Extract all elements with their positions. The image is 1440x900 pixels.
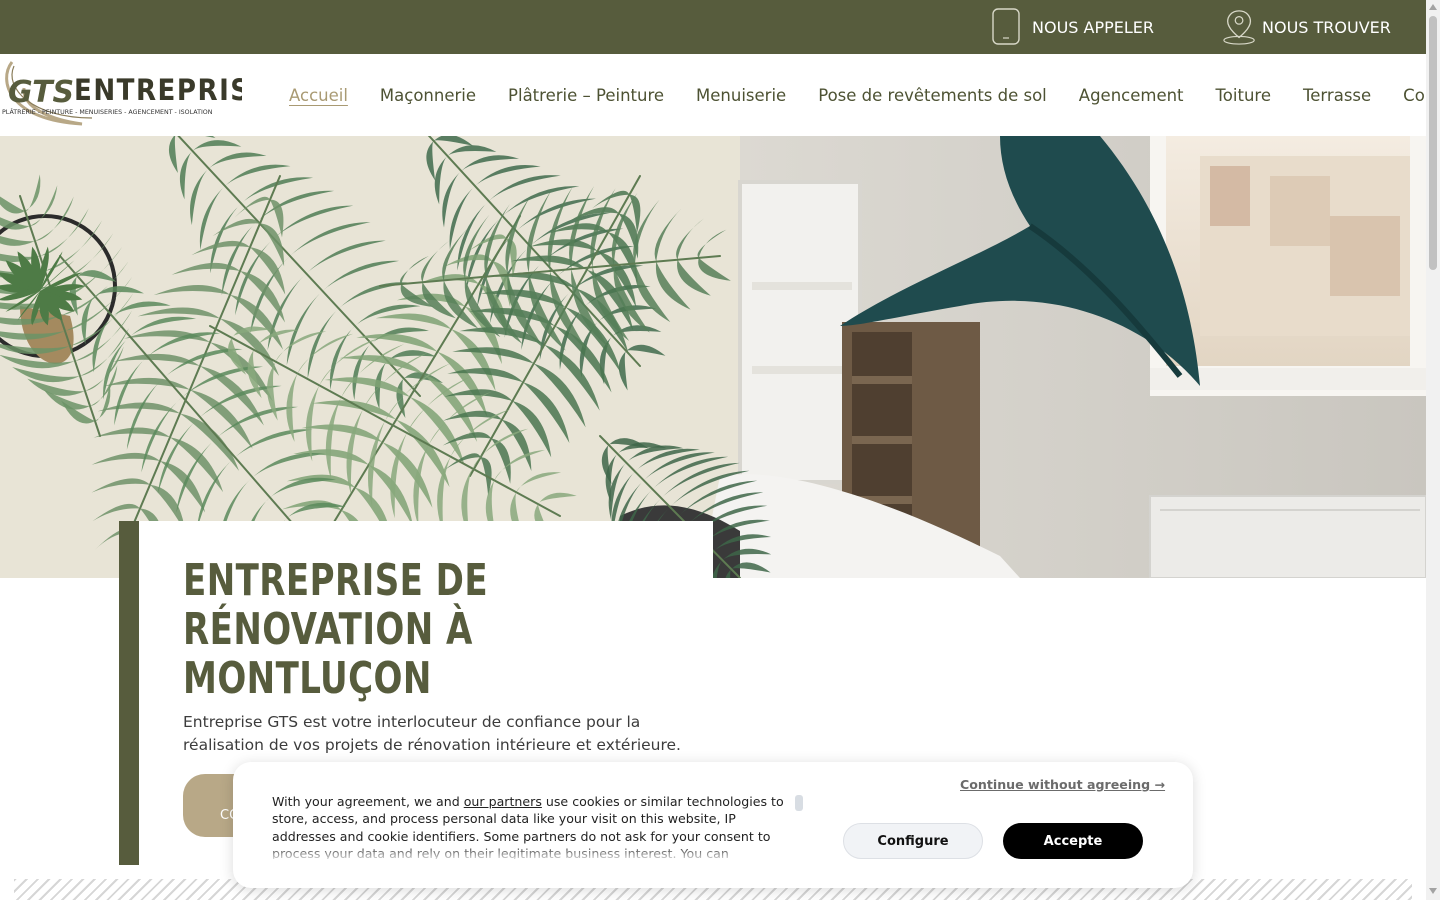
partners-link[interactable]: our partners: [464, 794, 542, 809]
cookie-text-scrollbar[interactable]: [795, 795, 803, 811]
cookie-text-fade: [272, 845, 792, 861]
configure-button[interactable]: Configure: [843, 823, 983, 859]
scroll-down-arrow-icon[interactable]: [1429, 888, 1437, 894]
card-accent-bar: [119, 521, 139, 865]
scroll-up-arrow-icon[interactable]: [1429, 4, 1437, 10]
map-pin-icon: [1222, 7, 1258, 47]
phone-icon: [992, 7, 1028, 47]
hero-image: [0, 136, 1426, 578]
page-title: ENTREPRISE DE RÉNOVATION À MONTLUÇON: [183, 555, 489, 704]
continue-without-agreeing-link[interactable]: Continue without agreeing →: [960, 777, 1165, 792]
hero-photo: [0, 136, 1426, 578]
logo[interactable]: GTS ENTREPRISE PLÂTRERIE - PEINTURE - ME…: [2, 58, 268, 128]
nav-item-3[interactable]: Menuiserie: [696, 86, 786, 105]
logo-tagline: PLÂTRERIE - PEINTURE - MENUISERIES - AGE…: [2, 107, 213, 116]
logo-monogram: GTS: [8, 75, 74, 110]
cookie-text-intro: With your agreement, we and: [272, 794, 464, 809]
cookie-banner: With your agreement, we and our partners…: [233, 762, 1193, 888]
call-link[interactable]: NOUS APPELER: [992, 0, 1154, 54]
page: NOUS APPELER NOUS TROUVER GTS ENTREPRISE…: [0, 0, 1440, 900]
nav-item-2[interactable]: Plâtrerie – Peinture: [508, 86, 664, 105]
logo-graphic: GTS ENTREPRISE PLÂTRERIE - PEINTURE - ME…: [2, 61, 268, 126]
nav-item-0[interactable]: Accueil: [289, 86, 348, 105]
nav-item-4[interactable]: Pose de revêtements de sol: [818, 86, 1047, 105]
top-bar: NOUS APPELER NOUS TROUVER: [0, 0, 1426, 54]
nav-item-6[interactable]: Toiture: [1216, 86, 1271, 105]
call-label: NOUS APPELER: [1032, 17, 1155, 37]
nav-item-1[interactable]: Maçonnerie: [380, 86, 476, 105]
nav-item-7[interactable]: Terrasse: [1303, 86, 1371, 105]
logo-name: ENTREPRISE: [74, 73, 242, 107]
accept-button[interactable]: Accepte: [1003, 823, 1143, 859]
find-link[interactable]: NOUS TROUVER: [1222, 0, 1391, 54]
header: GTS ENTREPRISE PLÂTRERIE - PEINTURE - ME…: [0, 54, 1440, 136]
main-nav: Accueil Maçonnerie Plâtrerie – Peinture Men…: [289, 54, 1440, 136]
scrollbar-thumb[interactable]: [1429, 16, 1437, 270]
intro-text: Entreprise GTS est votre interlocuteur d…: [183, 713, 681, 754]
nav-item-5[interactable]: Agencement: [1079, 86, 1184, 105]
find-label: NOUS TROUVER: [1262, 17, 1391, 37]
